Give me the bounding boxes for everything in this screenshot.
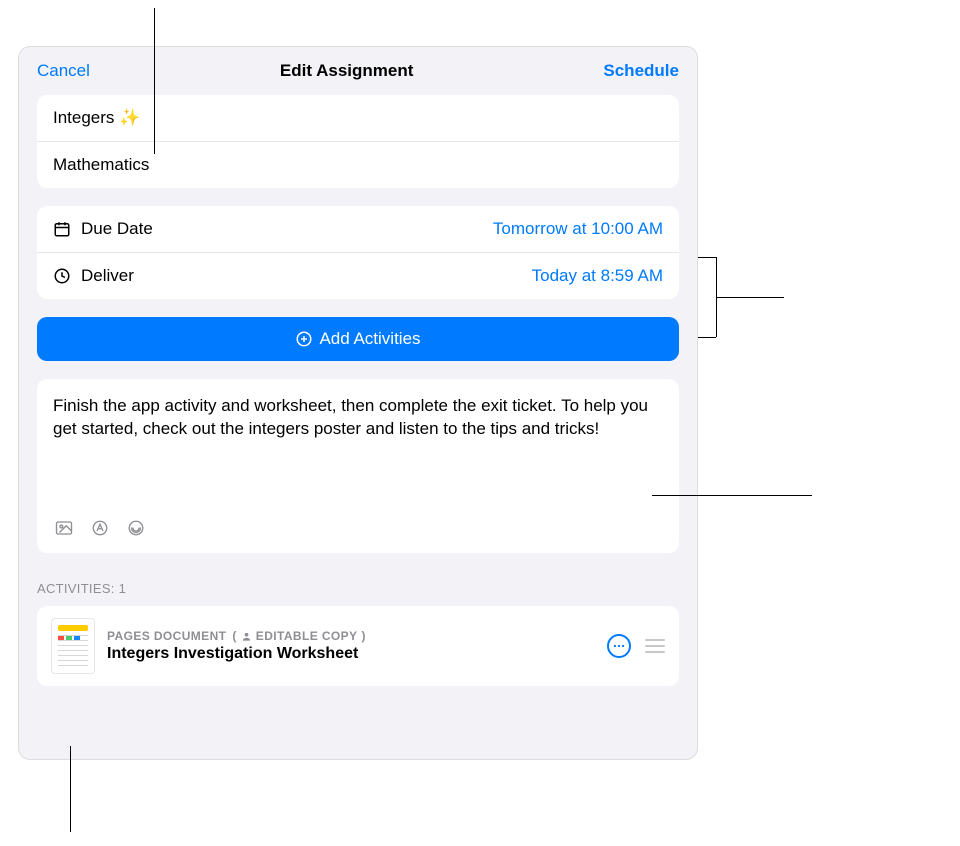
- edit-assignment-panel: Cancel Edit Assignment Schedule Integers…: [18, 46, 698, 760]
- activities-section-label: Activities: 1: [37, 581, 679, 596]
- calendar-icon: [53, 220, 71, 238]
- schedule-button[interactable]: Schedule: [603, 61, 679, 81]
- activity-thumbnail: [51, 618, 95, 674]
- callout-line: [652, 495, 812, 496]
- activity-more-button[interactable]: [607, 634, 631, 658]
- assignment-title-text: Integers ✨: [53, 108, 140, 128]
- callout-line: [70, 746, 71, 832]
- attachment-icons: [53, 503, 663, 537]
- callout-line: [716, 297, 784, 298]
- cancel-button[interactable]: Cancel: [37, 61, 90, 81]
- deliver-label: Deliver: [81, 266, 134, 286]
- callout-line: [698, 257, 716, 258]
- callout-line: [154, 8, 155, 154]
- drag-handle-icon[interactable]: [645, 639, 665, 653]
- add-activities-label: Add Activities: [319, 329, 420, 349]
- activity-title: Integers Investigation Worksheet: [107, 645, 595, 663]
- due-date-row[interactable]: Due Date Tomorrow at 10:00 AM: [37, 206, 679, 252]
- activity-item[interactable]: PAGES DOCUMENT ( EDITABLE COPY ) Integer…: [37, 606, 679, 686]
- title-class-card: Integers ✨ Mathematics: [37, 95, 679, 188]
- class-text: Mathematics: [53, 155, 149, 175]
- activity-meta: PAGES DOCUMENT ( EDITABLE COPY ) Integer…: [107, 629, 595, 663]
- person-icon: [241, 631, 252, 642]
- due-date-label: Due Date: [81, 219, 153, 239]
- add-activities-button[interactable]: Add Activities: [37, 317, 679, 361]
- instructions-text: Finish the app activity and worksheet, t…: [53, 395, 663, 441]
- assignment-title-field[interactable]: Integers ✨: [37, 95, 679, 141]
- callout-line: [698, 337, 716, 338]
- clock-icon: [53, 267, 71, 285]
- instructions-card[interactable]: Finish the app activity and worksheet, t…: [37, 379, 679, 553]
- activity-type: PAGES DOCUMENT ( EDITABLE COPY ): [107, 629, 595, 643]
- panel-title: Edit Assignment: [280, 61, 414, 81]
- plus-circle-icon: [295, 330, 313, 348]
- photo-icon[interactable]: [53, 519, 75, 537]
- activity-actions: [607, 634, 665, 658]
- deliver-value: Today at 8:59 AM: [532, 266, 663, 286]
- schedule-card: Due Date Tomorrow at 10:00 AM Deliver To…: [37, 206, 679, 299]
- due-date-value: Tomorrow at 10:00 AM: [493, 219, 663, 239]
- activity-type-label: PAGES DOCUMENT: [107, 629, 226, 643]
- class-field[interactable]: Mathematics: [37, 141, 679, 188]
- panel-header: Cancel Edit Assignment Schedule: [19, 47, 697, 95]
- deliver-row[interactable]: Deliver Today at 8:59 AM: [37, 252, 679, 299]
- ellipsis-icon: [612, 639, 626, 653]
- audio-icon[interactable]: [125, 519, 147, 537]
- markup-icon[interactable]: [89, 519, 111, 537]
- activity-badge: EDITABLE COPY: [256, 629, 358, 643]
